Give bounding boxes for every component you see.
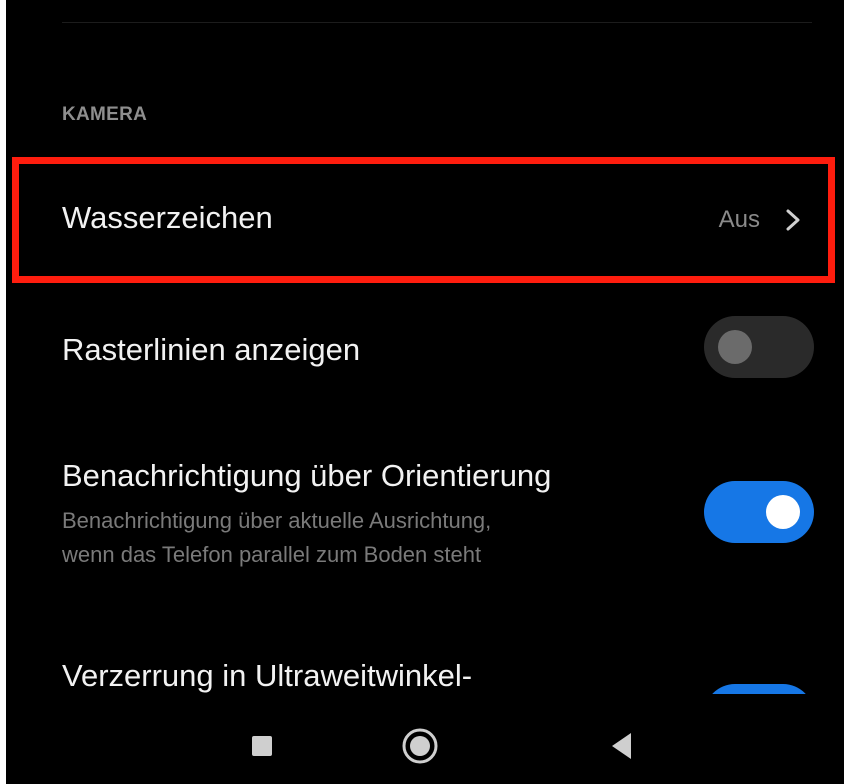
navigation-bar [6,694,844,784]
gridlines-toggle[interactable] [704,316,814,378]
recent-apps-icon[interactable] [240,724,284,768]
divider [62,22,812,23]
setting-title-gridlines: Rasterlinien anzeigen [62,332,361,367]
toggle-knob [718,330,752,364]
setting-title-distortion: Verzerrung in Ultraweitwinkel- [62,658,473,693]
toggle-knob [766,495,800,529]
settings-screen: KAMERA Wasserzeichen Aus Rasterlinien an… [6,0,844,784]
setting-description-line1: Benachrichtigung über aktuelle Ausrichtu… [62,508,492,533]
setting-description-line2: wenn das Telefon parallel zum Boden steh… [62,542,482,567]
home-icon[interactable] [398,724,442,768]
highlight-frame [12,157,835,283]
setting-title-orientation: Benachrichtigung über Orientierung [62,458,552,493]
section-header-camera: KAMERA [62,104,148,125]
orientation-toggle[interactable] [704,481,814,543]
back-icon[interactable] [602,724,646,768]
